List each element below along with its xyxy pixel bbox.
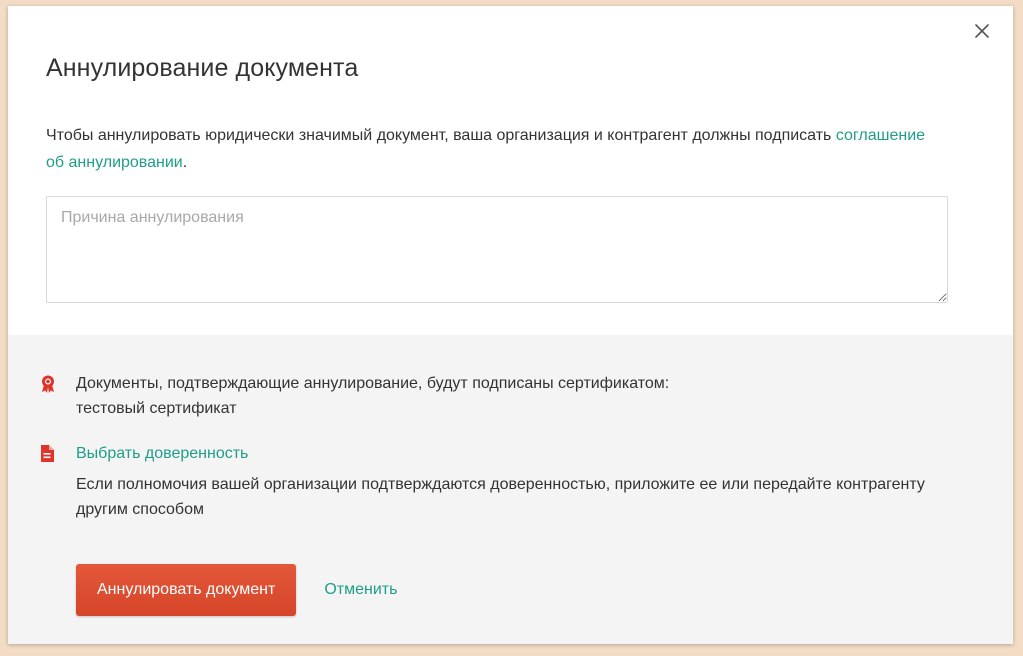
description-suffix: . <box>182 154 188 171</box>
annulment-dialog: Аннулирование документа Чтобы аннулирова… <box>8 6 1013 644</box>
power-of-attorney-section: Выбрать доверенность Если полномочия ваш… <box>40 441 966 522</box>
description-text: Чтобы аннулировать юридически значимый д… <box>46 127 836 144</box>
power-of-attorney-description: Если полномочия вашей организации подтве… <box>76 476 925 518</box>
award-badge-icon <box>40 371 60 398</box>
certificate-name: тестовый сертификат <box>76 400 237 417</box>
document-icon <box>40 441 60 467</box>
certificate-info: Документы, подтверждающие аннулирование,… <box>40 371 669 421</box>
certificate-message: Документы, подтверждающие аннулирование,… <box>76 375 670 392</box>
annul-document-button[interactable]: Аннулировать документ <box>76 564 297 616</box>
dialog-actions: Аннулировать документ Отменить <box>76 564 397 616</box>
annulment-reason-input[interactable] <box>46 196 948 303</box>
cancel-button[interactable]: Отменить <box>324 581 397 599</box>
close-icon <box>975 24 989 38</box>
dialog-title: Аннулирование документа <box>46 54 359 82</box>
close-button[interactable] <box>971 20 993 42</box>
certificate-text: Документы, подтверждающие аннулирование,… <box>76 371 669 421</box>
select-power-of-attorney-link[interactable]: Выбрать доверенность <box>76 441 966 466</box>
power-of-attorney-text: Выбрать доверенность Если полномочия ваш… <box>76 441 966 522</box>
dialog-description: Чтобы аннулировать юридически значимый д… <box>46 122 926 176</box>
dialog-footer: Документы, подтверждающие аннулирование,… <box>8 335 1013 644</box>
